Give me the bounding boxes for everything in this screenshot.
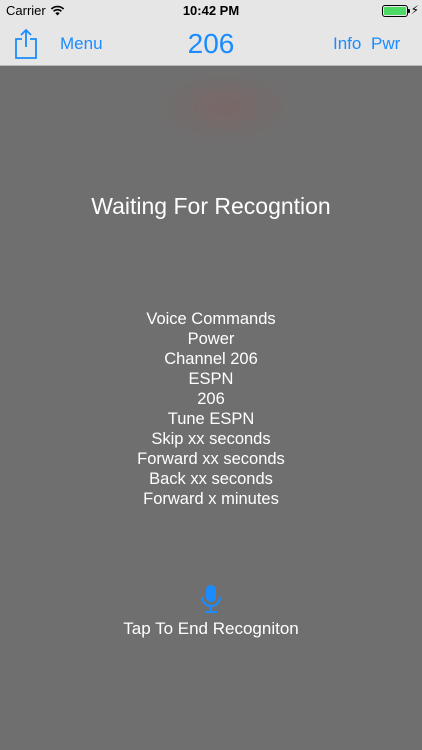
battery-icon — [382, 5, 410, 17]
microphone-icon — [201, 585, 221, 613]
command-item: Tune ESPN — [167, 410, 255, 428]
command-item: 206 — [197, 390, 225, 408]
info-button[interactable]: Info — [333, 22, 361, 66]
status-time: 10:42 PM — [182, 3, 240, 18]
command-item: Forward x minutes — [143, 490, 279, 508]
command-item: Back xx seconds — [149, 470, 273, 488]
battery-fill — [384, 7, 406, 15]
recognition-status: Waiting For Recogntion — [91, 193, 331, 219]
command-item: ESPN — [188, 370, 234, 388]
power-button[interactable]: Pwr — [371, 22, 400, 66]
command-item: Forward xx seconds — [137, 450, 285, 468]
blurred-background — [150, 67, 300, 147]
nav-bar: Menu 206 Info Pwr — [0, 22, 422, 66]
voice-commands-list: Voice Commands Power Channel 206 ESPN 20… — [0, 309, 422, 509]
microphone-button[interactable] — [198, 584, 224, 614]
command-item: Voice Commands — [146, 310, 276, 328]
command-item: Power — [187, 330, 235, 348]
charging-bolt-icon: ⚡ — [410, 3, 419, 17]
app-screen: Carrier 10:42 PM ⚡ Menu 206 Info Pwr Wai… — [0, 0, 422, 750]
menu-button[interactable]: Menu — [60, 22, 103, 66]
tap-to-end-button[interactable]: Tap To End Recogniton — [0, 619, 422, 639]
command-item: Skip xx seconds — [151, 430, 271, 448]
command-item: Channel 206 — [164, 350, 258, 368]
share-button[interactable] — [14, 28, 46, 60]
recognition-overlay: Waiting For Recogntion Voice Commands Po… — [0, 67, 422, 750]
share-icon — [15, 28, 37, 59]
status-bar: Carrier 10:42 PM ⚡ — [0, 0, 422, 22]
